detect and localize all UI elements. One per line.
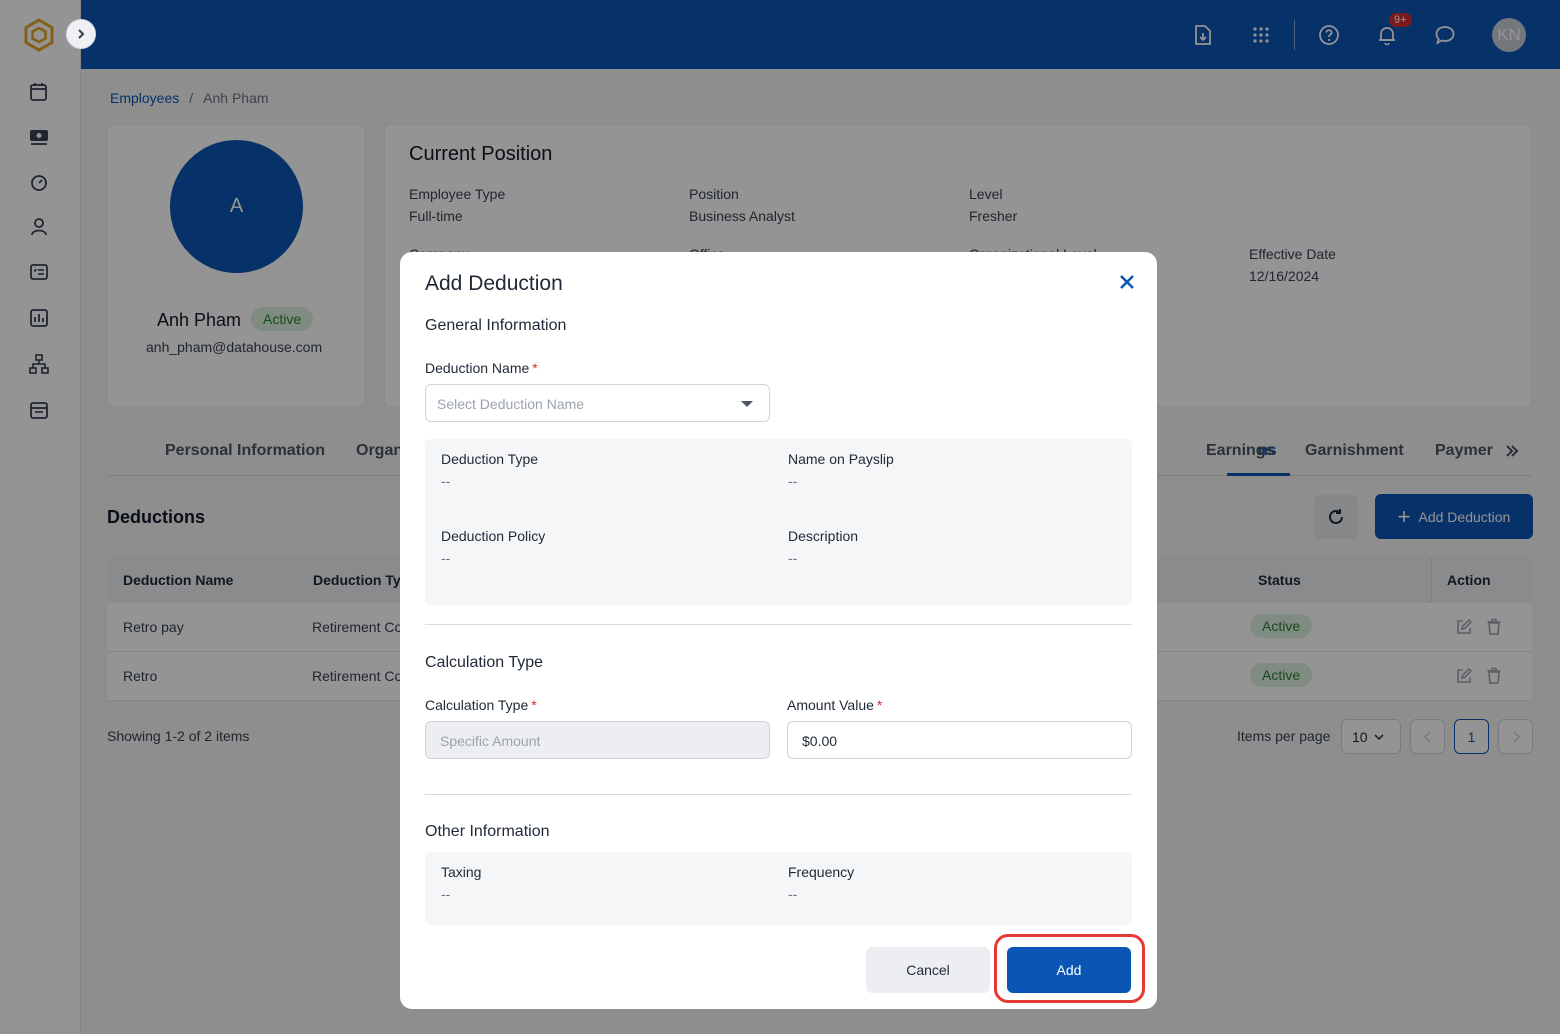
other-details-box: Taxing -- Frequency -- <box>425 852 1132 925</box>
taxing-label: Taxing <box>441 864 482 880</box>
deduction-name-placeholder: Select Deduction Name <box>437 396 585 412</box>
deduction-policy-value: -- <box>441 550 451 566</box>
description-label: Description <box>788 528 859 544</box>
deduction-name-select[interactable]: Select Deduction Name <box>425 384 770 422</box>
amount-value-input[interactable]: $0.00 <box>787 721 1132 759</box>
close-icon[interactable] <box>1115 270 1139 294</box>
section-divider <box>425 624 1132 625</box>
section-divider <box>425 794 1132 795</box>
add-button-highlight <box>994 934 1145 1003</box>
description-value: -- <box>788 550 798 566</box>
deduction-policy-label: Deduction Policy <box>441 528 546 544</box>
modal-title: Add Deduction <box>425 272 563 295</box>
sidebar-expand-button[interactable] <box>66 19 96 49</box>
frequency-value: -- <box>788 886 798 902</box>
other-information-heading: Other Information <box>425 823 550 840</box>
deduction-type-value: -- <box>441 473 451 489</box>
name-on-payslip-label: Name on Payslip <box>788 451 894 467</box>
calculation-type-heading: Calculation Type <box>425 654 543 671</box>
taxing-value: -- <box>441 886 451 902</box>
add-deduction-modal: Add Deduction General Information Deduct… <box>400 252 1157 1009</box>
deduction-name-label: Deduction Name * <box>425 360 538 376</box>
general-information-heading: General Information <box>425 317 567 334</box>
deduction-type-label: Deduction Type <box>441 451 539 467</box>
calculation-type-input: Specific Amount <box>425 721 770 759</box>
amount-value-label: Amount Value * <box>787 697 883 713</box>
name-on-payslip-value: -- <box>788 473 798 489</box>
cancel-button[interactable]: Cancel <box>866 947 990 993</box>
frequency-label: Frequency <box>788 864 855 880</box>
caret-down-icon <box>741 401 753 407</box>
calculation-type-label: Calculation Type * <box>425 697 537 713</box>
deduction-details-box: Deduction Type -- Name on Payslip -- Ded… <box>425 439 1132 606</box>
